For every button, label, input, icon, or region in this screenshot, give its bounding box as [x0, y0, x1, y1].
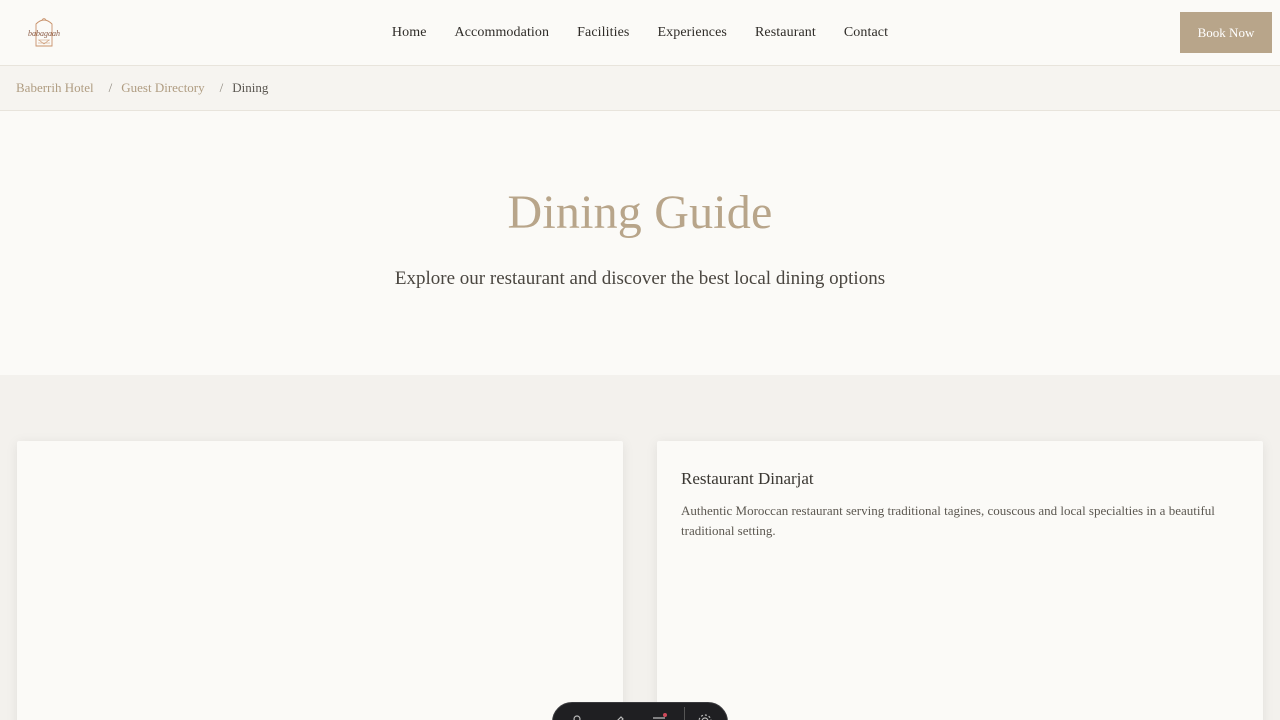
svg-text:babagaah: babagaah: [28, 29, 60, 38]
breadcrumb-current: Dining: [232, 80, 269, 95]
breadcrumb-hotel[interactable]: Baberrih Hotel: [16, 80, 94, 96]
site-header: babagaah Home Accommodation Facilities E…: [0, 0, 1280, 66]
breadcrumb-separator: /: [219, 80, 224, 95]
nav-home[interactable]: Home: [378, 25, 441, 41]
breadcrumb: Baberrih Hotel / Guest Directory / Dinin…: [0, 66, 1280, 111]
restaurant-card[interactable]: Restaurant Dinarjat Authentic Moroccan r…: [657, 441, 1263, 720]
toolbar-divider: [684, 707, 685, 720]
page-subtitle: Explore our restaurant and discover the …: [394, 268, 886, 289]
nav-restaurant[interactable]: Restaurant: [741, 25, 830, 41]
floating-toolbar: [552, 702, 728, 720]
restaurant-image-card: [17, 441, 623, 720]
logo-icon: babagaah: [28, 18, 60, 47]
main-nav: Home Accommodation Facilities Experience…: [0, 0, 1280, 66]
hero-section: Dining Guide Explore our restaurant and …: [0, 111, 1280, 375]
nav-accommodation[interactable]: Accommodation: [441, 25, 564, 41]
restaurant-title: Restaurant Dinarjat: [681, 469, 814, 488]
hotel-logo[interactable]: babagaah: [22, 14, 66, 50]
nav-contact[interactable]: Contact: [830, 25, 902, 41]
restaurant-description: Authentic Moroccan restaurant serving tr…: [681, 503, 1215, 538]
nav-experiences[interactable]: Experiences: [643, 25, 741, 41]
gear-icon[interactable]: [697, 713, 713, 720]
pen-icon[interactable]: [609, 713, 625, 720]
page-title: Dining Guide: [507, 186, 773, 239]
book-now-button[interactable]: Book Now: [1180, 12, 1272, 53]
list-icon[interactable]: [651, 713, 667, 720]
user-icon[interactable]: [569, 713, 585, 720]
breadcrumb-separator: /: [108, 80, 113, 95]
breadcrumb-guest-directory[interactable]: Guest Directory: [121, 80, 204, 96]
nav-facilities[interactable]: Facilities: [563, 25, 643, 41]
